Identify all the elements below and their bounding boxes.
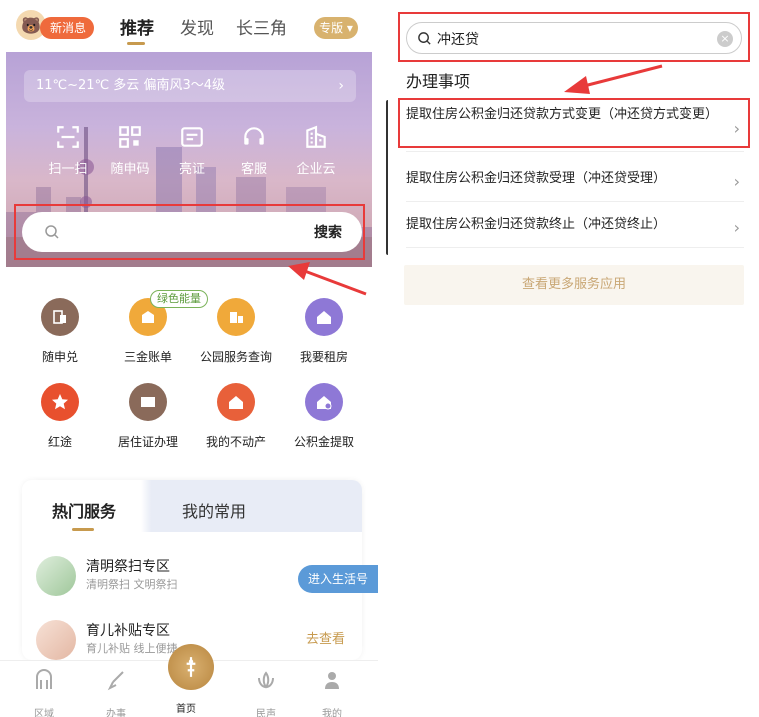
active-tab-indicator — [127, 42, 145, 45]
new-message-badge[interactable]: 新消息 — [40, 17, 95, 39]
service-my-real-estate[interactable]: 我的不动产 — [196, 383, 276, 450]
weather-bar[interactable]: 11℃~21℃ 多云 偏南风3～4级 › — [24, 70, 356, 102]
service-suishendui[interactable]: 随申兑 — [20, 298, 100, 365]
park-icon — [217, 298, 255, 336]
service-red-tour[interactable]: 红途 — [20, 383, 100, 450]
quick-qrcode[interactable]: 随申码 — [100, 124, 160, 177]
nav-home-button[interactable] — [168, 644, 214, 690]
more-services-button[interactable]: 查看更多服务应用 — [404, 265, 744, 305]
red-arrow-annotation — [564, 64, 663, 94]
special-edition-button[interactable]: 专版 ▾ — [314, 17, 358, 39]
chevron-right-icon: › — [733, 217, 740, 237]
active-tab-indicator — [72, 528, 94, 531]
coupon-icon — [41, 298, 79, 336]
nav-public-voice[interactable]: 民声 — [246, 669, 286, 717]
service-rent-house[interactable]: 我要租房 — [284, 298, 364, 365]
house-icon — [305, 298, 343, 336]
childcare-thumbnail — [36, 620, 76, 660]
brush-icon — [107, 671, 124, 691]
nav-mine[interactable]: 我的 — [312, 669, 352, 717]
headset-icon — [244, 127, 264, 145]
left-screen: 🐻 新消息 推荐 发现 长三角 专版 ▾ 11℃~21℃ 多云 偏南风3～4级 … — [0, 0, 378, 717]
tower-icon — [186, 657, 196, 677]
lotus-icon — [258, 671, 274, 689]
nav-home-label: 首页 — [176, 704, 196, 715]
quick-enterprise-cloud[interactable]: 企业云 — [286, 124, 346, 177]
tab-hot-services[interactable]: 热门服务 — [52, 498, 116, 522]
chevron-right-icon: › — [338, 78, 344, 94]
permit-icon — [129, 383, 167, 421]
tab-yangtze-delta[interactable]: 长三角 — [236, 14, 287, 39]
id-card-icon — [181, 127, 203, 147]
enter-life-account-button[interactable]: 进入生活号 — [298, 565, 378, 593]
service-residence-permit[interactable]: 居住证办理 — [108, 383, 188, 450]
quick-customer-service[interactable]: 客服 — [224, 124, 284, 177]
quick-show-id[interactable]: 亮证 — [162, 124, 222, 177]
service-three-fund-bill[interactable]: 三金账单 — [108, 298, 188, 365]
highlight-search-box — [14, 204, 365, 260]
nav-region[interactable]: 区域 — [24, 669, 64, 717]
tab-discover[interactable]: 发现 — [180, 14, 214, 39]
person-icon — [325, 672, 339, 689]
tab-my-frequent[interactable]: 我的常用 — [182, 498, 246, 522]
weather-text: 11℃~21℃ 多云 偏南风3～4级 — [36, 78, 225, 93]
quick-scan[interactable]: 扫一扫 — [38, 124, 98, 177]
real-estate-icon — [217, 383, 255, 421]
fund-house-icon — [305, 383, 343, 421]
qingming-thumbnail — [36, 556, 76, 596]
nav-services[interactable]: 办事 — [96, 669, 136, 717]
highlight-search-input — [398, 12, 750, 62]
red-arrow-annotation — [288, 262, 367, 296]
highlight-result-item — [398, 98, 750, 148]
go-view-button[interactable]: 去查看 — [306, 628, 345, 647]
star-icon — [41, 383, 79, 421]
service-provident-fund-withdraw[interactable]: 公积金提取 — [284, 383, 364, 450]
scan-icon — [57, 126, 79, 148]
region-icon — [36, 669, 52, 689]
service-park-query[interactable]: 公园服务查询 — [196, 298, 276, 365]
building-icon — [306, 125, 326, 148]
tab-recommend[interactable]: 推荐 — [120, 14, 154, 39]
result-item-termination[interactable]: 提取住房公积金归还贷款终止（冲还贷终止） › — [406, 208, 744, 248]
section-title: 办理事项 — [406, 72, 471, 91]
right-screen: 冲还贷 × 办理事项 提取住房公积金归还贷款方式变更（冲还贷方式变更） › 提取… — [388, 0, 759, 717]
chevron-right-icon: › — [733, 171, 740, 191]
top-nav: 🐻 新消息 推荐 发现 长三角 专版 ▾ — [0, 0, 378, 52]
qrcode-icon — [119, 126, 141, 148]
result-item-acceptance[interactable]: 提取住房公积金归还贷款受理（冲还贷受理） › — [406, 162, 744, 202]
